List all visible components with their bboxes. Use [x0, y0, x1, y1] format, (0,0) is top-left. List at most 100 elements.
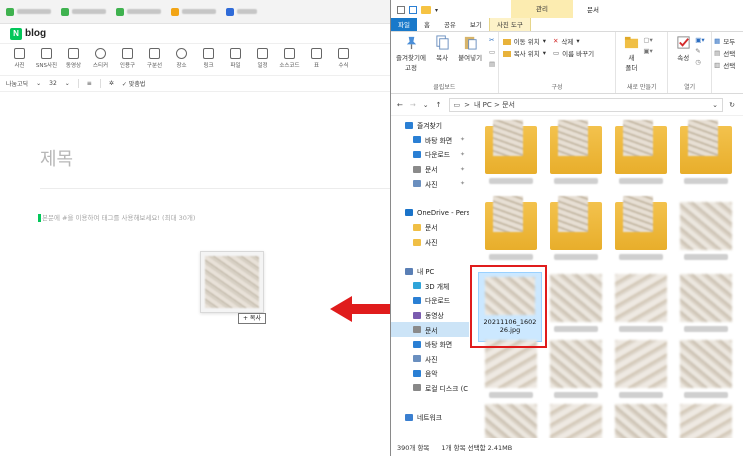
toolbar-divider-button[interactable]: 구분선 — [141, 48, 168, 69]
folder-icon[interactable] — [421, 6, 431, 14]
nav-item[interactable]: 즐겨찾기 — [391, 118, 469, 133]
nav-item[interactable]: 사진 — [391, 352, 469, 367]
nav-item[interactable]: OneDrive - Pers — [391, 206, 469, 221]
window-menu-icon[interactable] — [397, 6, 405, 14]
image-file-item[interactable] — [544, 274, 608, 332]
folder-item[interactable] — [479, 120, 543, 184]
folder-item[interactable] — [479, 196, 543, 260]
select-all-button[interactable]: ▦ 모두 — [714, 35, 739, 47]
nav-item[interactable]: 동영상 — [391, 308, 469, 323]
blog-logo-text[interactable]: blog — [25, 28, 46, 39]
rename-label[interactable]: 이름 바꾸기 — [562, 48, 594, 58]
nav-item[interactable]: 로컬 디스크 (C — [391, 381, 469, 396]
address-dropdown-icon[interactable]: ⌄ — [712, 101, 718, 109]
select-none-button[interactable]: ▤ 선택 — [714, 47, 739, 59]
delete-icon[interactable]: ✕ — [553, 37, 558, 45]
properties-button[interactable]: 속성 — [672, 35, 694, 62]
copy-button[interactable]: 복사 — [429, 35, 455, 62]
tab-home[interactable]: 홈 — [417, 18, 437, 31]
image-file-item[interactable] — [609, 340, 673, 398]
checkbox-icon[interactable] — [409, 6, 417, 14]
open-icon[interactable]: ▣▾ — [695, 36, 704, 44]
browser-tab[interactable] — [116, 7, 161, 16]
refresh-icon[interactable]: ↻ — [729, 101, 735, 109]
dropdown-chevron-icon[interactable]: ▾ — [435, 7, 438, 14]
settings-icon[interactable]: ✲ — [109, 80, 114, 87]
forward-arrow-icon[interactable]: → — [410, 101, 416, 109]
title-input[interactable]: 제목 — [40, 145, 73, 171]
browser-tab[interactable] — [6, 7, 51, 16]
invert-selection-button[interactable]: ▥ 선택 — [714, 59, 739, 71]
naver-logo-icon[interactable]: N — [10, 27, 22, 40]
image-file-item[interactable] — [674, 404, 738, 438]
folder-item[interactable] — [674, 120, 738, 184]
font-size-select[interactable]: 32 — [49, 80, 57, 87]
spellcheck-button[interactable]: ✓ 맞춤법 — [122, 79, 146, 88]
toolbar-photo-button[interactable]: 사진 — [6, 48, 33, 69]
toolbar-file-button[interactable]: 파일 — [222, 48, 249, 69]
image-file-item[interactable] — [544, 340, 608, 398]
new-folder-button[interactable]: 새 폴더 — [620, 35, 642, 72]
folder-item[interactable] — [609, 120, 673, 184]
tab-view[interactable]: 보기 — [463, 18, 489, 31]
toolbar-code-button[interactable]: 소스코드 — [276, 48, 303, 69]
toolbar-link-button[interactable]: 링크 — [195, 48, 222, 69]
recent-chevron-icon[interactable]: ⌄ — [423, 101, 429, 109]
toolbar-table-button[interactable]: 표 — [303, 48, 330, 69]
toolbar-quote-button[interactable]: 인용구 — [114, 48, 141, 69]
copy-to-button[interactable]: 복사 위치 ▾ ▭ 이름 바꾸기 — [502, 47, 612, 59]
folder-item[interactable] — [544, 196, 608, 260]
rename-icon[interactable]: ▭ — [553, 49, 559, 57]
tab-share[interactable]: 공유 — [437, 18, 463, 31]
font-select[interactable]: 나눔고딕 — [6, 79, 28, 88]
image-file-item[interactable] — [479, 340, 543, 398]
folder-item[interactable] — [609, 196, 673, 260]
folder-item[interactable] — [544, 120, 608, 184]
back-arrow-icon[interactable]: ← — [397, 101, 403, 109]
toolbar-sticker-button[interactable]: 스티커 — [87, 48, 114, 69]
toolbar-formula-button[interactable]: 수식 — [330, 48, 357, 69]
easy-access-icon[interactable]: ▣▾ — [643, 47, 652, 55]
nav-item[interactable]: 3D 개체 — [391, 279, 469, 294]
image-file-item[interactable] — [674, 274, 738, 332]
toolbar-sns-photo-button[interactable]: SNS사진 — [33, 48, 60, 69]
edit-icon[interactable]: ✎ — [695, 47, 704, 55]
nav-item[interactable]: 바탕 화면 — [391, 337, 469, 352]
nav-item[interactable]: 문서 ✦ — [391, 162, 469, 177]
browser-tab[interactable] — [226, 7, 257, 16]
align-icon[interactable]: ≡ — [87, 80, 92, 87]
delete-label[interactable]: 삭제 — [561, 36, 573, 46]
tag-hint[interactable]: 본문에 #을 이용하여 태그를 사용해보세요! (최대 30개) — [38, 212, 195, 222]
nav-item[interactable]: 바탕 화면 ✦ — [391, 133, 469, 148]
image-file-item[interactable] — [674, 340, 738, 398]
copy-path-icon[interactable]: ▭ — [489, 48, 495, 56]
tab-picture-tools[interactable]: 사진 도구 — [488, 18, 531, 31]
browser-tab[interactable] — [61, 7, 106, 16]
paste-shortcut-icon[interactable]: ▤ — [489, 60, 495, 68]
browser-tab[interactable] — [171, 7, 216, 16]
new-item-icon[interactable]: ▢▾ — [643, 36, 652, 44]
toolbar-schedule-button[interactable]: 일정 — [249, 48, 276, 69]
toolbar-place-button[interactable]: 장소 — [168, 48, 195, 69]
image-file-item[interactable] — [674, 202, 738, 260]
move-to-button[interactable]: 이동 위치 ▾ ✕ 삭제 ▾ — [502, 35, 612, 47]
up-arrow-icon[interactable]: ↑ — [436, 101, 442, 109]
nav-item[interactable]: 음악 — [391, 366, 469, 381]
nav-item[interactable]: 문서 — [391, 322, 469, 337]
pin-to-quick-access-button[interactable]: 즐겨찾기에 고정 — [395, 35, 427, 72]
tab-file[interactable]: 파일 — [391, 18, 417, 31]
nav-item[interactable]: 다운로드 ✦ — [391, 147, 469, 162]
image-file-item[interactable] — [609, 274, 673, 332]
nav-item[interactable]: 사진 — [391, 235, 469, 250]
nav-item[interactable]: 다운로드 — [391, 293, 469, 308]
image-file-item[interactable] — [479, 404, 543, 438]
toolbar-video-button[interactable]: 동영상 — [60, 48, 87, 69]
nav-item[interactable]: 문서 — [391, 220, 469, 235]
nav-item[interactable]: 사진 ✦ — [391, 176, 469, 191]
history-icon[interactable]: ◷ — [695, 58, 704, 66]
nav-item[interactable]: 내 PC — [391, 264, 469, 279]
address-bar[interactable]: ▭ > 내 PC > 문서 ⌄ — [448, 97, 723, 112]
paste-button[interactable]: 붙여넣기 — [457, 35, 483, 62]
image-file-item[interactable] — [609, 404, 673, 438]
image-file-item[interactable] — [544, 404, 608, 438]
